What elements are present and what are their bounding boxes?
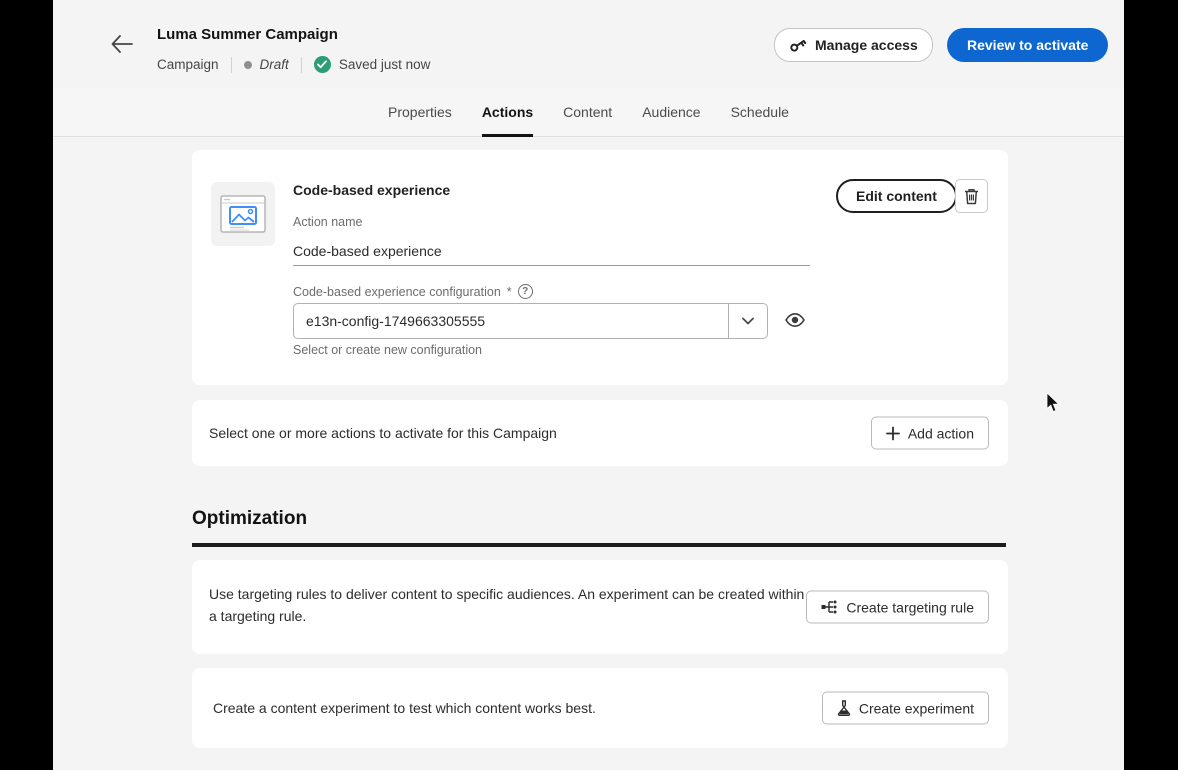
experiment-text: Create a content experiment to test whic… (213, 668, 596, 748)
delete-action-button[interactable] (955, 179, 988, 213)
required-asterisk: * (507, 285, 512, 299)
config-select[interactable]: e13n-config-1749663305555 (293, 303, 768, 339)
flask-icon (837, 700, 851, 717)
tab-actions[interactable]: Actions (482, 88, 533, 137)
preview-config-button[interactable] (784, 311, 806, 331)
chevron-down-icon (742, 317, 754, 325)
header: Luma Summer Campaign Campaign Draft Save… (53, 0, 1124, 88)
action-name-label: Action name (293, 215, 362, 229)
arrow-left-icon (110, 33, 134, 55)
divider (231, 57, 232, 73)
screen: Luma Summer Campaign Campaign Draft Save… (0, 0, 1178, 770)
config-help-text: Select or create new configuration (293, 343, 482, 357)
config-label-row: Code-based experience configuration * ? (293, 284, 533, 299)
config-label: Code-based experience configuration (293, 285, 501, 299)
add-action-button[interactable]: Add action (871, 417, 989, 450)
tab-properties[interactable]: Properties (388, 88, 452, 137)
experience-thumbnail (211, 182, 275, 246)
review-to-activate-button[interactable]: Review to activate (947, 28, 1108, 62)
targeting-rule-text: Use targeting rules to deliver content t… (209, 560, 809, 627)
tab-audience[interactable]: Audience (642, 88, 700, 137)
config-selected-value: e13n-config-1749663305555 (294, 304, 728, 338)
add-action-label: Add action (908, 425, 974, 441)
page-title: Luma Summer Campaign (157, 26, 338, 43)
campaign-meta: Campaign Draft Saved just now (157, 56, 430, 73)
divider (301, 57, 302, 73)
add-action-text: Select one or more actions to activate f… (209, 400, 557, 466)
trash-icon (964, 188, 979, 205)
experiment-row: Create a content experiment to test whic… (192, 668, 1008, 748)
create-experiment-button[interactable]: Create experiment (822, 692, 989, 725)
optimization-heading: Optimization (192, 508, 307, 530)
webpage-image-icon (219, 192, 267, 236)
saved-check-icon (314, 56, 331, 73)
targeting-rule-row: Use targeting rules to deliver content t… (192, 560, 1008, 654)
back-button[interactable] (109, 33, 135, 57)
action-name-input[interactable] (293, 236, 810, 266)
plus-icon (886, 426, 900, 440)
action-card-title: Code-based experience (293, 182, 450, 198)
campaign-window: Luma Summer Campaign Campaign Draft Save… (53, 0, 1124, 770)
object-type-label: Campaign (157, 57, 219, 72)
help-icon[interactable]: ? (518, 284, 533, 299)
tab-bar: Properties Actions Content Audience Sche… (53, 88, 1124, 137)
create-experiment-label: Create experiment (859, 700, 974, 716)
manage-access-button[interactable]: Manage access (774, 28, 933, 62)
add-action-row: Select one or more actions to activate f… (192, 400, 1008, 466)
config-dropdown-toggle[interactable] (728, 304, 767, 338)
status-badge: Draft (260, 57, 289, 72)
eye-icon (784, 311, 806, 329)
status-dot-icon (244, 61, 252, 69)
tab-content[interactable]: Content (563, 88, 612, 137)
key-icon (789, 37, 807, 53)
code-based-experience-card: Code-based experience Edit content Actio… (192, 150, 1008, 385)
create-targeting-rule-button[interactable]: Create targeting rule (806, 591, 989, 624)
targeting-branch-icon (821, 600, 838, 615)
manage-access-label: Manage access (815, 37, 918, 53)
main-content: Code-based experience Edit content Actio… (53, 137, 1124, 770)
optimization-divider (192, 543, 1006, 547)
edit-content-button[interactable]: Edit content (836, 179, 957, 213)
saved-status-text: Saved just now (339, 57, 431, 72)
create-targeting-rule-label: Create targeting rule (846, 599, 974, 615)
tab-schedule[interactable]: Schedule (731, 88, 789, 137)
